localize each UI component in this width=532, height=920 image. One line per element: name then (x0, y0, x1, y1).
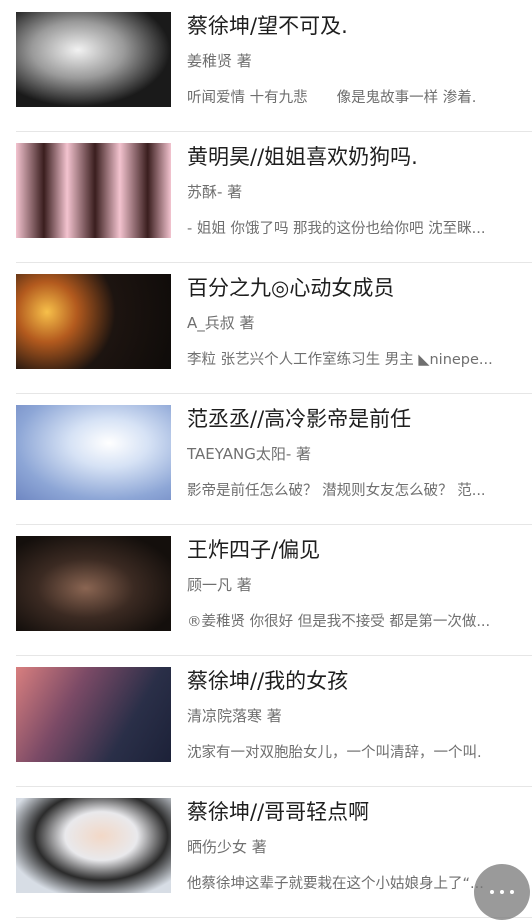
dot (510, 890, 514, 894)
book-cover-image (16, 12, 171, 107)
book-cover-image (16, 798, 171, 893)
book-title: 范丞丞//高冷影帝是前任 (187, 407, 412, 431)
book-summary: 李粒 张艺兴个人工作室练习生 男主 ◣ninepe... (187, 352, 493, 368)
book-item[interactable]: 黄明昊//姐姐喜欢奶狗吗. 苏酥- 著 - 姐姐 你饿了吗 那我的这份也给你吧 … (16, 131, 532, 263)
book-item[interactable]: 蔡徐坤/望不可及. 姜稚贤 著 听闻爱情 十有九悲 像是鬼故事一样 渗着. (16, 0, 532, 132)
book-author: TAEYANG太阳- 著 (187, 445, 312, 463)
book-summary: ®姜稚贤 你很好 但是我不接受 都是第一次做... (187, 614, 491, 630)
book-summary: 影帝是前任怎么破？ 潜规则女友怎么破？ 范... (187, 483, 486, 499)
book-item[interactable]: 蔡徐坤//哥哥轻点啊 晒伤少女 著 他蔡徐坤这辈子就要栽在这个小姑娘身上了“..… (16, 786, 532, 918)
book-title: 蔡徐坤//哥哥轻点啊 (187, 800, 370, 824)
book-summary: 沈家有一对双胞胎女儿，一个叫清辞，一个叫. (187, 745, 482, 761)
book-title: 蔡徐坤/望不可及. (187, 14, 348, 38)
book-author: 顾一凡 著 (187, 576, 252, 594)
book-author: A_兵叔 著 (187, 314, 255, 332)
book-title: 王炸四子/偏见 (187, 538, 321, 562)
book-item[interactable]: 百分之九◎心动女成员 A_兵叔 著 李粒 张艺兴个人工作室练习生 男主 ◣nin… (16, 262, 532, 394)
book-cover-image (16, 667, 171, 762)
book-title: 蔡徐坤//我的女孩 (187, 669, 349, 693)
dot (500, 890, 504, 894)
book-summary: - 姐姐 你饿了吗 那我的这份也给你吧 沈至眯... (187, 221, 486, 237)
book-author: 晒伤少女 著 (187, 838, 267, 856)
book-author: 清凉院落寒 著 (187, 707, 282, 725)
book-title: 百分之九◎心动女成员 (187, 276, 395, 300)
book-cover-image (16, 143, 171, 238)
book-item[interactable]: 蔡徐坤//我的女孩 清凉院落寒 著 沈家有一对双胞胎女儿，一个叫清辞，一个叫. (16, 655, 532, 787)
book-summary: 听闻爱情 十有九悲 像是鬼故事一样 渗着. (187, 90, 477, 106)
book-item[interactable]: 范丞丞//高冷影帝是前任 TAEYANG太阳- 著 影帝是前任怎么破？ 潜规则女… (16, 393, 532, 525)
book-cover-image (16, 274, 171, 369)
book-author: 姜稚贤 著 (187, 52, 252, 70)
book-title: 黄明昊//姐姐喜欢奶狗吗. (187, 145, 418, 169)
more-dots-icon[interactable] (474, 864, 530, 920)
book-cover-image (16, 405, 171, 500)
dot (490, 890, 494, 894)
book-item[interactable]: 王炸四子/偏见 顾一凡 著 ®姜稚贤 你很好 但是我不接受 都是第一次做... (16, 524, 532, 656)
book-author: 苏酥- 著 (187, 183, 243, 201)
book-cover-image (16, 536, 171, 631)
